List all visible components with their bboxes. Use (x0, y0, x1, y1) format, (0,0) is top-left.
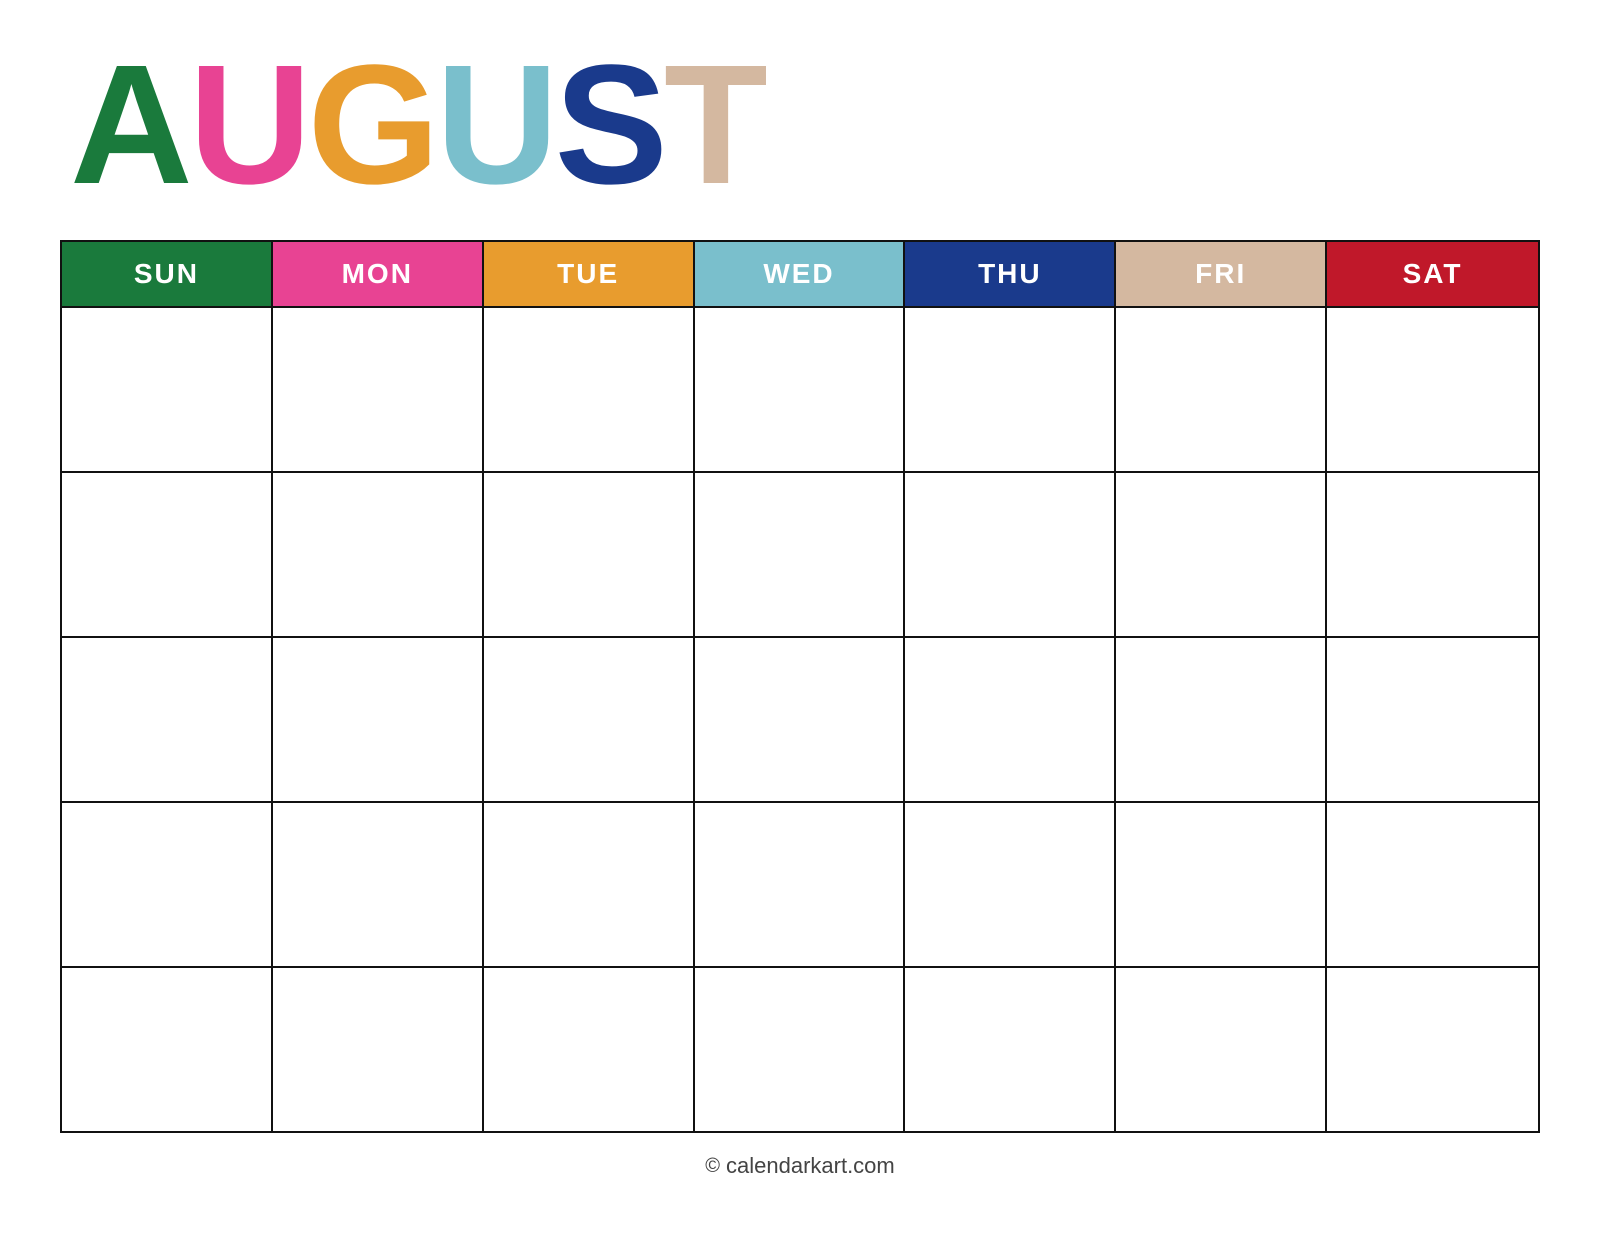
calendar-cell (905, 801, 1116, 966)
calendar-cell (62, 471, 273, 636)
day-header-sat: SAT (1327, 242, 1538, 306)
footer: © calendarkart.com (60, 1153, 1540, 1179)
calendar-cell (273, 966, 484, 1131)
calendar-cell (62, 636, 273, 801)
calendar-cell (1327, 636, 1538, 801)
calendar-cell (484, 636, 695, 801)
calendar-cell (1327, 306, 1538, 471)
calendar-cell (62, 801, 273, 966)
calendar-cell (695, 471, 906, 636)
month-letter-s: S (555, 40, 664, 210)
calendar-cell (1116, 471, 1327, 636)
calendar-cell (695, 636, 906, 801)
calendar-cell (695, 306, 906, 471)
month-letter-g: G (308, 40, 436, 210)
calendar-cell (1327, 966, 1538, 1131)
calendar-cell (273, 471, 484, 636)
month-title: A U G U S T (70, 40, 764, 210)
day-header-thu: THU (905, 242, 1116, 306)
calendar-cell (273, 306, 484, 471)
calendar-cell (1116, 801, 1327, 966)
calendar-cell (62, 966, 273, 1131)
calendar-cell (1116, 306, 1327, 471)
calendar-cell (484, 471, 695, 636)
calendar-cell (905, 471, 1116, 636)
calendar-cell (484, 966, 695, 1131)
calendar-cell (1327, 471, 1538, 636)
calendar-cell (484, 801, 695, 966)
calendar-cell (695, 801, 906, 966)
calendar-cell (1116, 966, 1327, 1131)
calendar-cell (62, 306, 273, 471)
calendar-body (62, 306, 1538, 1131)
month-letter-u: U (189, 40, 308, 210)
calendar-header: SUN MON TUE WED THU FRI SAT (62, 242, 1538, 306)
month-letter-u2: U (436, 40, 555, 210)
calendar-cell (905, 306, 1116, 471)
day-header-wed: WED (695, 242, 906, 306)
month-letter-a: A (70, 40, 189, 210)
day-header-mon: MON (273, 242, 484, 306)
footer-website: calendarkart.com (726, 1153, 895, 1179)
footer-text: © calendarkart.com (60, 1153, 1540, 1179)
calendar-cell (695, 966, 906, 1131)
calendar-cell (484, 306, 695, 471)
calendar-cell (1327, 801, 1538, 966)
page-wrapper: A U G U S T SUN MON TUE WED THU FRI SAT (60, 40, 1540, 1179)
calendar-cell (1116, 636, 1327, 801)
calendar: SUN MON TUE WED THU FRI SAT (60, 240, 1540, 1133)
calendar-cell (273, 801, 484, 966)
copyright-symbol: © (705, 1155, 720, 1178)
day-header-tue: TUE (484, 242, 695, 306)
day-header-sun: SUN (62, 242, 273, 306)
month-letter-t: T (664, 40, 764, 210)
day-header-fri: FRI (1116, 242, 1327, 306)
calendar-cell (905, 636, 1116, 801)
calendar-cell (905, 966, 1116, 1131)
calendar-cell (273, 636, 484, 801)
